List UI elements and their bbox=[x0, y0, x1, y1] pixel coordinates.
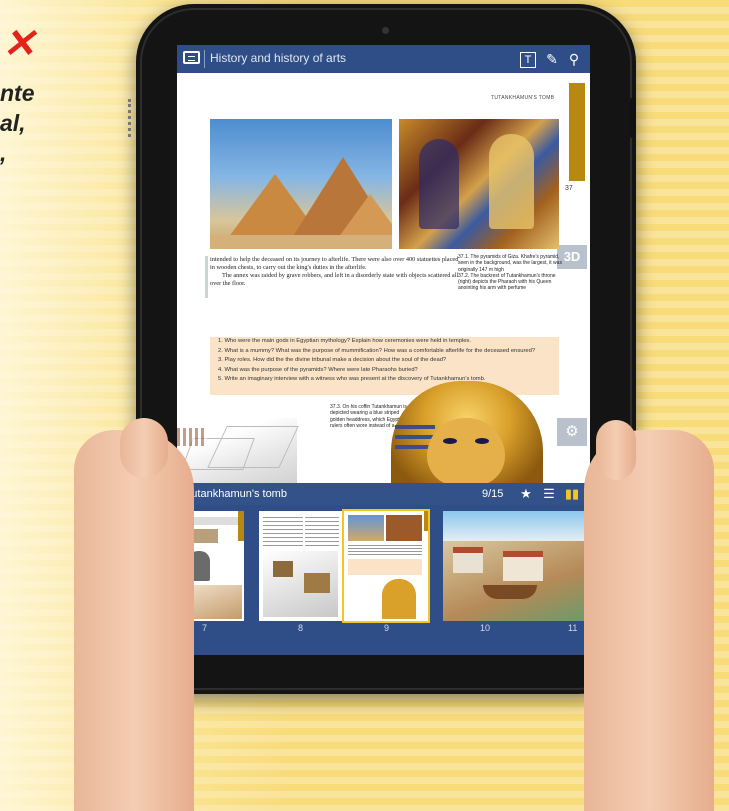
background-text-line: al, bbox=[0, 110, 26, 136]
question-item: 5. Write an imaginary interview with a w… bbox=[218, 376, 486, 382]
camera bbox=[382, 27, 389, 34]
thumbnail-strip: 7 8 9 10 11 bbox=[177, 505, 590, 655]
questions-box: 1. Who were the main gods in Egyptian my… bbox=[210, 337, 559, 395]
tablet-screen: History and history of arts T ✎ ⚲ TUTANK… bbox=[177, 45, 590, 655]
running-head: TUTANKHAMUN'S TOMB bbox=[491, 95, 555, 101]
background-text-line: nte bbox=[0, 80, 35, 106]
page-counter: 9/15 bbox=[482, 488, 504, 500]
text-size-icon[interactable]: T bbox=[520, 52, 536, 68]
question-item: 2. What is a mummy? What was the purpose… bbox=[218, 347, 536, 354]
gallery-icon[interactable]: ⚙ bbox=[557, 418, 587, 446]
thumbnail-page[interactable] bbox=[443, 511, 585, 621]
throne-image[interactable] bbox=[399, 119, 559, 249]
left-hand bbox=[74, 430, 194, 811]
left-thumb bbox=[120, 418, 168, 478]
question-item: 3. Play roles. How did the the divine tr… bbox=[218, 357, 447, 363]
tomb-illustration[interactable] bbox=[177, 418, 299, 483]
book-title: History and history of arts bbox=[210, 51, 347, 65]
image-captions: 37.1. The pyramids of Giza. Khafre's pyr… bbox=[458, 254, 566, 292]
thumbnail-number: 9 bbox=[384, 623, 390, 633]
power-button bbox=[630, 98, 636, 138]
caption-pyramids: 37.1. The pyramids of Giza. Khafre's pyr… bbox=[458, 254, 562, 273]
thumbnail-number: 11 bbox=[568, 623, 578, 633]
mask-eye bbox=[443, 438, 457, 444]
toolbar-divider bbox=[204, 50, 205, 68]
thumbnail-number: 7 bbox=[202, 623, 208, 633]
book-page[interactable]: TUTANKHAMUN'S TOMB 37 3D intended to hel… bbox=[177, 73, 590, 483]
right-hand bbox=[584, 430, 714, 811]
thumbnail-page[interactable] bbox=[259, 511, 342, 621]
thumbnail-number: 8 bbox=[298, 623, 304, 633]
body-text: intended to help the deceased on its jou… bbox=[210, 256, 462, 288]
right-thumb bbox=[596, 420, 636, 480]
mask-stripe bbox=[395, 425, 435, 429]
background-text: nte al, , bbox=[0, 78, 35, 168]
mask-face bbox=[427, 418, 505, 483]
side-buttons bbox=[128, 99, 138, 137]
question-item: 4. What was the purpose of the pyramids?… bbox=[218, 366, 418, 373]
pencil-icon[interactable]: ✎ bbox=[543, 50, 561, 68]
book-icon[interactable] bbox=[183, 51, 200, 64]
mask-stripe bbox=[395, 435, 435, 439]
bookmark-star-icon[interactable]: ★ bbox=[518, 486, 534, 502]
red-mark: ✕ bbox=[2, 22, 36, 66]
body-paragraph: intended to help the deceased on its jou… bbox=[210, 256, 459, 271]
thumbnail-header: Tutankhamun's tomb 9/15 ★ ☰ ▮▮ bbox=[177, 483, 590, 505]
app-toolbar: History and history of arts T ✎ ⚲ bbox=[177, 45, 590, 73]
menu-list-icon[interactable]: ☰ bbox=[541, 486, 557, 502]
caption-throne: 37.2. The backrest of Tutankhamun's thro… bbox=[458, 272, 556, 292]
search-icon[interactable]: ⚲ bbox=[565, 50, 583, 68]
body-paragraph: The annex was raided by grave robbers, a… bbox=[210, 272, 459, 287]
thumbnail-page-selected[interactable] bbox=[342, 509, 430, 623]
page-number: 37 bbox=[565, 185, 573, 192]
pyramids-image[interactable] bbox=[210, 119, 392, 249]
open-book-icon[interactable]: ▮▮ bbox=[564, 486, 580, 502]
chapter-title: Tutankhamun's tomb bbox=[185, 488, 287, 500]
background-text-line: , bbox=[0, 140, 7, 166]
quote-bar bbox=[205, 256, 208, 298]
mask-eye bbox=[475, 438, 489, 444]
chapter-tab[interactable] bbox=[569, 83, 585, 181]
question-item: 1. Who were the main gods in Egyptian my… bbox=[218, 338, 471, 344]
thumbnail-number: 10 bbox=[480, 623, 491, 633]
